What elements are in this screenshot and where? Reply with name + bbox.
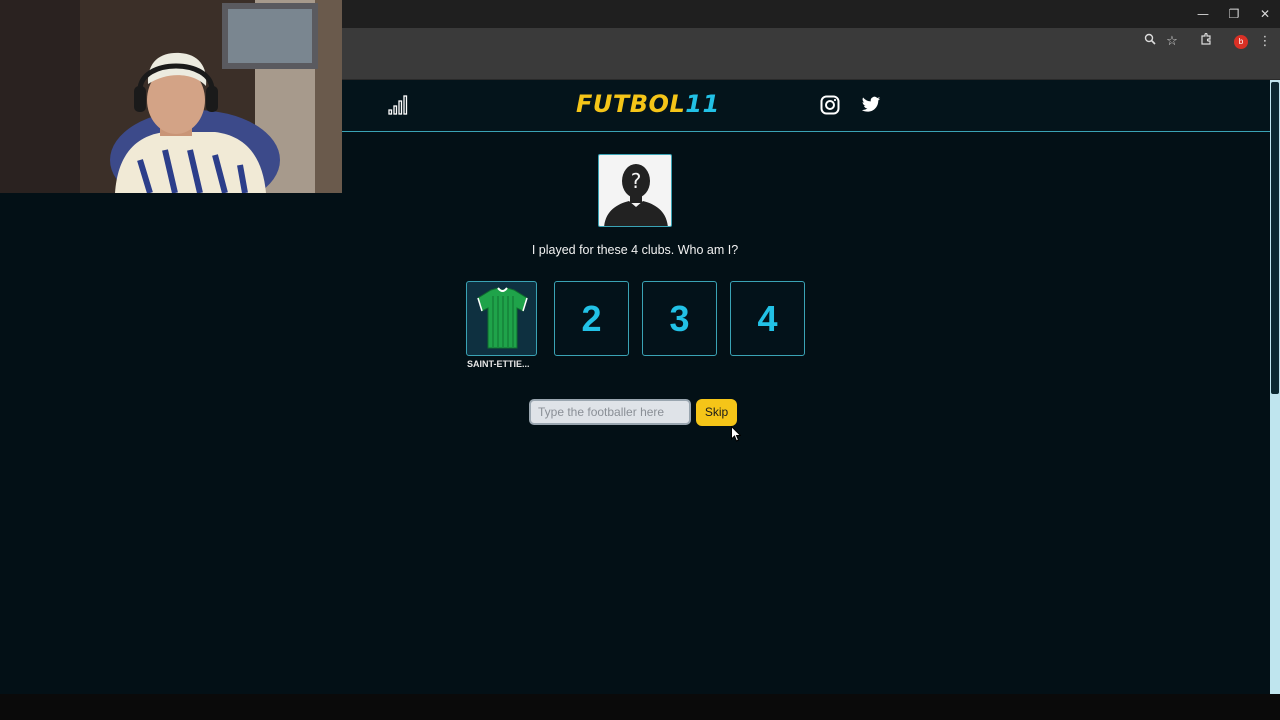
game-prompt: I played for these 4 clubs. Who am I? bbox=[531, 243, 739, 257]
minimize-button[interactable]: — bbox=[1193, 4, 1213, 24]
mouse-cursor-icon bbox=[731, 426, 741, 442]
scrollbar-thumb[interactable] bbox=[1271, 82, 1279, 394]
stats-icon[interactable] bbox=[388, 95, 408, 115]
instagram-icon[interactable] bbox=[820, 95, 840, 115]
profile-avatar[interactable]: b bbox=[1234, 35, 1248, 49]
club-slot-3: 3 bbox=[642, 281, 717, 356]
menu-icon[interactable]: ⋮ bbox=[1255, 32, 1275, 52]
skip-button[interactable]: Skip bbox=[696, 399, 737, 426]
taskbar bbox=[0, 694, 1280, 720]
club-slot-4-number: 4 bbox=[757, 298, 778, 339]
logo-text: FUTBOL bbox=[576, 90, 686, 118]
twitter-icon[interactable] bbox=[861, 96, 881, 114]
restore-button[interactable]: ❐ bbox=[1224, 4, 1244, 24]
mystery-player-avatar: ? bbox=[598, 154, 672, 227]
close-button[interactable]: ✕ bbox=[1255, 4, 1275, 24]
question-mark-text: ? bbox=[631, 169, 642, 193]
club-slot-2: 2 bbox=[554, 281, 629, 356]
footballer-guess-input[interactable] bbox=[529, 399, 691, 425]
club-slot-2-number: 2 bbox=[581, 298, 602, 339]
zoom-icon[interactable] bbox=[1140, 32, 1160, 52]
webcam-overlay bbox=[0, 0, 342, 193]
club-slot-1 bbox=[466, 281, 537, 356]
club-1-label: SAINT-ETTIE... bbox=[467, 359, 530, 369]
extensions-icon[interactable] bbox=[1196, 32, 1216, 52]
logo-number: 11 bbox=[685, 90, 720, 118]
club-slot-3-number: 3 bbox=[669, 298, 690, 339]
club-slot-4: 4 bbox=[730, 281, 805, 356]
jersey-icon bbox=[477, 287, 528, 349]
site-logo[interactable]: FUTBOL11 bbox=[576, 90, 720, 118]
star-icon[interactable]: ☆ bbox=[1162, 32, 1182, 52]
